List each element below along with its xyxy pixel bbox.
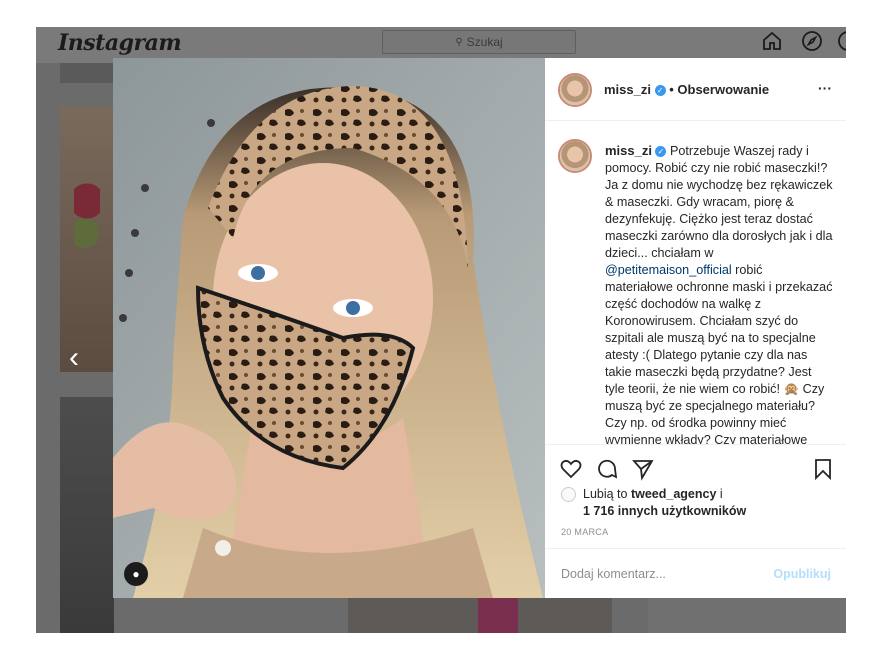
avatar[interactable]	[558, 139, 592, 173]
publish-comment-button[interactable]: Opublikuj	[773, 567, 831, 581]
explore-compass-icon[interactable]	[800, 29, 824, 53]
background-post-tile	[60, 107, 114, 372]
likes-prefix: Lubią to	[583, 487, 631, 501]
search-placeholder: Szukaj	[466, 35, 503, 49]
activity-heart-icon[interactable]	[836, 29, 846, 53]
instagram-logo[interactable]: Instagram	[58, 30, 182, 56]
caption-mention-link[interactable]: @petitemaison_official	[605, 263, 732, 277]
more-options-icon[interactable]: ···	[818, 80, 832, 96]
add-comment-bar: Dodaj komentarz... Opublikuj	[545, 548, 846, 599]
post-photo[interactable]: ●	[113, 58, 545, 598]
comment-bubble-icon[interactable]	[595, 457, 619, 481]
save-bookmark-icon[interactable]	[811, 457, 835, 481]
verified-badge-icon: ✓	[655, 146, 667, 158]
tagged-users-icon[interactable]: ●	[124, 562, 148, 586]
follow-status[interactable]: • Obserwowanie	[669, 82, 769, 97]
liker-avatar[interactable]	[561, 487, 576, 502]
verified-badge-icon: ✓	[654, 85, 666, 97]
likes-summary: Lubią to tweed_agency i 1 716 innych uży…	[560, 486, 840, 520]
previous-post-arrow[interactable]: ‹	[69, 341, 79, 375]
comment-input[interactable]: Dodaj komentarz...	[561, 567, 666, 581]
post-details-panel: miss_zi ✓ • Obserwowanie ··· miss_zi ✓ P…	[545, 58, 846, 598]
likes-count-link[interactable]: 1 716 innych użytkowników	[560, 503, 840, 520]
post-header-user: miss_zi ✓ • Obserwowanie	[604, 82, 769, 97]
comments-scroll-area[interactable]: miss_zi ✓ Potrzebuje Waszej rady i pomoc…	[545, 122, 846, 444]
search-box[interactable]: ⚲ Szukaj	[382, 30, 576, 54]
background-post-tile	[348, 598, 612, 633]
caption-text-part2: robić materiałowe ochronne maski i przek…	[605, 263, 833, 444]
share-paper-plane-icon[interactable]	[631, 457, 655, 481]
background-post-tile	[648, 598, 846, 633]
avatar[interactable]	[558, 73, 592, 107]
selfie-image	[113, 58, 545, 598]
post-caption: miss_zi ✓ Potrzebuje Waszej rady i pomoc…	[605, 142, 833, 444]
username-link[interactable]: miss_zi	[604, 82, 651, 97]
liker-username-link[interactable]: tweed_agency	[631, 487, 716, 501]
caption-text-part1: Potrzebuje Waszej rady i pomocy. Robić c…	[605, 144, 833, 260]
caption-username-link[interactable]: miss_zi	[605, 143, 652, 158]
post-header: miss_zi ✓ • Obserwowanie ···	[545, 58, 846, 121]
post-date[interactable]: 20 MARCA	[561, 527, 608, 537]
background-post-tile	[60, 397, 114, 633]
search-icon: ⚲	[455, 36, 463, 48]
likes-suffix: i	[716, 487, 723, 501]
home-icon[interactable]	[760, 29, 784, 53]
like-heart-icon[interactable]	[559, 457, 583, 481]
